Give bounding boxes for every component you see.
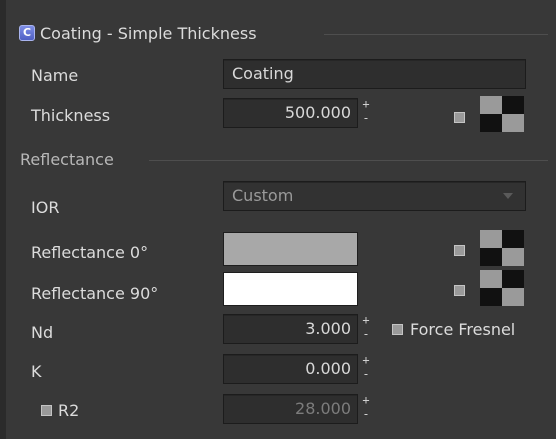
name-input[interactable]: Coating — [223, 59, 526, 89]
force-fresnel-checkbox[interactable] — [392, 324, 403, 335]
decrement-icon[interactable]: - — [361, 328, 371, 342]
reflectance0-label: Reflectance 0° — [31, 243, 149, 262]
thickness-texture-icon[interactable] — [480, 96, 524, 132]
section-divider — [324, 34, 548, 35]
reflectance-divider — [149, 160, 548, 161]
nd-input[interactable]: 3.000 — [223, 314, 358, 344]
increment-icon[interactable]: + — [361, 394, 371, 408]
nd-spinner[interactable]: + - — [361, 314, 371, 342]
reflectance90-texture-checkbox[interactable] — [454, 285, 465, 296]
thickness-label: Thickness — [31, 106, 111, 125]
r2-label: R2 — [58, 401, 80, 420]
increment-icon[interactable]: + — [361, 98, 371, 112]
increment-icon[interactable]: + — [361, 314, 371, 328]
k-input[interactable]: 0.000 — [223, 354, 358, 384]
thickness-input[interactable]: 500.000 — [223, 98, 358, 128]
thickness-spinner[interactable]: + - — [361, 98, 371, 126]
k-label: K — [31, 362, 42, 381]
reflectance0-texture-icon[interactable] — [480, 230, 524, 266]
chevron-down-icon — [503, 193, 513, 199]
reflectance-group-title: Reflectance — [20, 150, 114, 169]
name-label: Name — [31, 66, 79, 85]
ior-dropdown[interactable]: Custom — [223, 181, 526, 211]
r2-checkbox[interactable] — [41, 405, 52, 416]
decrement-icon[interactable]: - — [361, 408, 371, 422]
coating-panel: C Coating - Simple Thickness Name Coatin… — [0, 0, 556, 439]
ior-label: IOR — [31, 198, 60, 217]
reflectance0-texture-checkbox[interactable] — [454, 245, 465, 256]
thickness-texture-checkbox[interactable] — [454, 112, 465, 123]
ior-selected-value: Custom — [232, 186, 294, 205]
reflectance90-color-swatch[interactable] — [223, 272, 358, 306]
k-spinner[interactable]: + - — [361, 354, 371, 382]
increment-icon[interactable]: + — [361, 354, 371, 368]
force-fresnel-label: Force Fresnel — [410, 320, 516, 339]
coating-icon: C — [19, 25, 35, 41]
reflectance90-label: Reflectance 90° — [31, 284, 159, 303]
r2-spinner[interactable]: + - — [361, 394, 371, 422]
decrement-icon[interactable]: - — [361, 368, 371, 382]
r2-input[interactable]: 28.000 — [223, 394, 358, 424]
decrement-icon[interactable]: - — [361, 112, 371, 126]
nd-label: Nd — [31, 323, 54, 342]
reflectance0-color-swatch[interactable] — [223, 232, 358, 266]
reflectance90-texture-icon[interactable] — [480, 270, 524, 306]
section-title: Coating - Simple Thickness — [40, 24, 257, 43]
